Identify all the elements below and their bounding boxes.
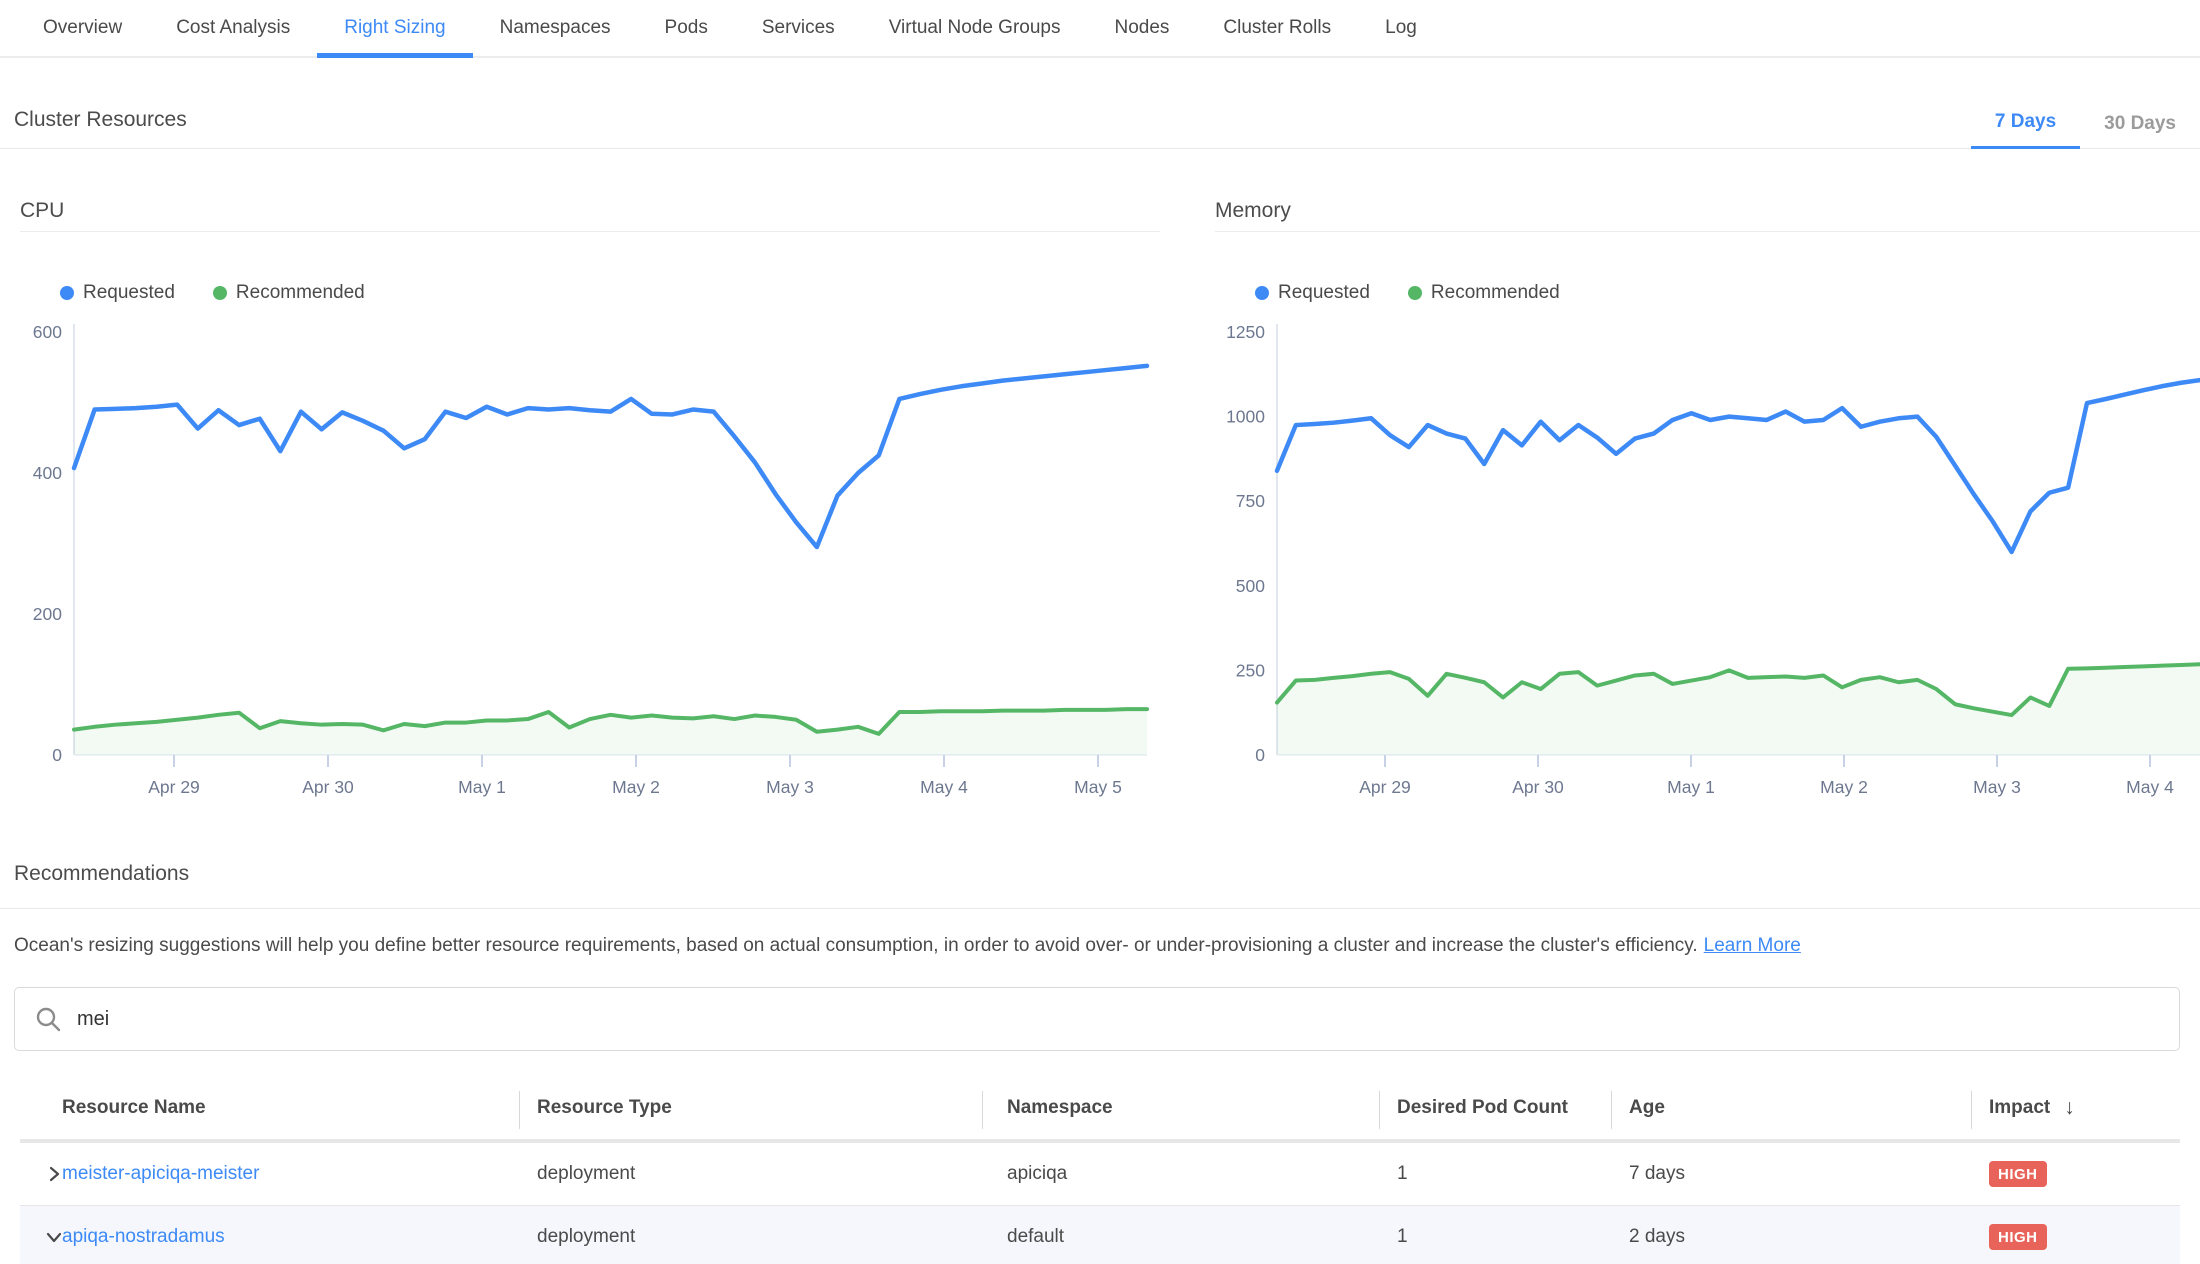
requested-dot-icon [60, 286, 74, 300]
sort-desc-arrow-icon[interactable]: ↓ [2064, 1096, 2075, 1120]
legend-requested[interactable]: Requested [60, 282, 175, 304]
svg-text:May 4: May 4 [2126, 777, 2174, 797]
legend-requested-label: Requested [1278, 282, 1370, 304]
recommendations-title: Recommendations [14, 862, 189, 908]
svg-text:600: 600 [33, 322, 62, 342]
svg-text:May 5: May 5 [1074, 777, 1122, 797]
search-icon [35, 1006, 61, 1032]
memory-chart-legend: Requested Recommended [1255, 282, 2200, 304]
column-header-desired-pod-count[interactable]: Desired Pod Count [1379, 1077, 1611, 1139]
namespace-cell: default [982, 1226, 1379, 1248]
svg-text:250: 250 [1236, 660, 1265, 680]
learn-more-link[interactable]: Learn More [1704, 935, 1801, 956]
column-header-namespace[interactable]: Namespace [982, 1077, 1379, 1139]
svg-text:May 2: May 2 [1820, 777, 1868, 797]
tab-log[interactable]: Log [1358, 0, 1444, 56]
charts-row: CPU Requested Recommended 0 200 400 600 Apr … [20, 149, 2200, 812]
recommended-dot-icon [1408, 286, 1422, 300]
legend-requested-label: Requested [83, 282, 175, 304]
table-row[interactable]: meister-apiciqa-meister deployment apici… [20, 1143, 2180, 1206]
cluster-resources-title: Cluster Resources [14, 108, 187, 148]
cluster-resources-header: Cluster Resources 7 Days 30 Days [0, 58, 2200, 149]
table-header-row: Resource Name Resource Type Namespace De… [20, 1077, 2180, 1143]
recommendations-table: Resource Name Resource Type Namespace De… [20, 1077, 2180, 1264]
resource-type-cell: deployment [519, 1163, 982, 1185]
tab-pods[interactable]: Pods [638, 0, 735, 56]
memory-line-chart: 0 250 500 750 1000 1250 Apr 29 Apr 30 May 1 May 2… [1215, 312, 2200, 812]
tab-right-sizing[interactable]: Right Sizing [317, 0, 472, 56]
range-7-days-button[interactable]: 7 Days [1971, 111, 2080, 149]
memory-chart-panel: Memory Requested Recommended 0 250 500 750 1… [1215, 149, 2200, 812]
column-header-age[interactable]: Age [1611, 1077, 1971, 1139]
column-header-resource-name[interactable]: Resource Name [20, 1077, 519, 1139]
range-30-days-button[interactable]: 30 Days [2080, 113, 2200, 148]
svg-text:May 3: May 3 [1973, 777, 2021, 797]
svg-text:1250: 1250 [1226, 322, 1265, 342]
age-cell: 2 days [1611, 1226, 1971, 1248]
impact-high-badge: HIGH [1989, 1224, 2047, 1250]
tab-bar: Overview Cost Analysis Right Sizing Name… [0, 0, 2200, 58]
search-box[interactable] [14, 987, 2180, 1051]
impact-header-label: Impact [1989, 1097, 2050, 1119]
impact-high-badge: HIGH [1989, 1161, 2047, 1187]
description-text: Ocean's resizing suggestions will help y… [14, 935, 1698, 956]
svg-text:Apr 29: Apr 29 [148, 777, 200, 797]
tab-services[interactable]: Services [735, 0, 862, 56]
chevron-down-icon[interactable] [44, 1227, 64, 1247]
legend-recommended-label: Recommended [1431, 282, 1560, 304]
desired-pod-count-cell: 1 [1379, 1226, 1611, 1248]
svg-text:0: 0 [1255, 745, 1265, 765]
svg-text:May 4: May 4 [920, 777, 968, 797]
tab-overview[interactable]: Overview [16, 0, 149, 56]
svg-text:1000: 1000 [1226, 407, 1265, 427]
column-header-impact[interactable]: Impact ↓ [1971, 1077, 2180, 1139]
tab-cluster-rolls[interactable]: Cluster Rolls [1196, 0, 1358, 56]
resource-name-link[interactable]: apiqa-nostradamus [62, 1226, 225, 1247]
desired-pod-count-cell: 1 [1379, 1163, 1611, 1185]
legend-recommended-label: Recommended [236, 282, 365, 304]
tab-namespaces[interactable]: Namespaces [473, 0, 638, 56]
svg-text:May 3: May 3 [766, 777, 814, 797]
svg-text:500: 500 [1236, 576, 1265, 596]
svg-text:200: 200 [33, 604, 62, 624]
svg-text:400: 400 [33, 463, 62, 483]
tab-cost-analysis[interactable]: Cost Analysis [149, 0, 317, 56]
svg-text:May 1: May 1 [458, 777, 506, 797]
column-header-resource-type[interactable]: Resource Type [519, 1077, 982, 1139]
cpu-chart-title: CPU [20, 199, 1160, 232]
legend-recommended[interactable]: Recommended [213, 282, 365, 304]
chevron-right-icon[interactable] [44, 1164, 64, 1184]
memory-chart-title: Memory [1215, 199, 2200, 232]
cpu-chart-panel: CPU Requested Recommended 0 200 400 600 Apr … [20, 149, 1160, 812]
svg-text:0: 0 [52, 745, 62, 765]
search-input[interactable] [77, 1008, 2179, 1031]
svg-text:May 1: May 1 [1667, 777, 1715, 797]
age-cell: 7 days [1611, 1163, 1971, 1185]
cpu-chart-legend: Requested Recommended [60, 282, 1160, 304]
recommended-dot-icon [213, 286, 227, 300]
tab-nodes[interactable]: Nodes [1088, 0, 1197, 56]
legend-requested[interactable]: Requested [1255, 282, 1370, 304]
namespace-cell: apiciqa [982, 1163, 1379, 1185]
resource-type-cell: deployment [519, 1226, 982, 1248]
svg-text:750: 750 [1236, 491, 1265, 511]
legend-recommended[interactable]: Recommended [1408, 282, 1560, 304]
svg-text:Apr 30: Apr 30 [1512, 777, 1564, 797]
tab-virtual-node-groups[interactable]: Virtual Node Groups [862, 0, 1088, 56]
svg-text:May 2: May 2 [612, 777, 660, 797]
cpu-line-chart: 0 200 400 600 Apr 29 Apr 30 May 1 May 2 May 3 May… [20, 312, 1160, 812]
requested-dot-icon [1255, 286, 1269, 300]
recommendations-header: Recommendations [0, 812, 2200, 909]
resource-name-link[interactable]: meister-apiciqa-meister [62, 1163, 259, 1184]
svg-text:Apr 29: Apr 29 [1359, 777, 1411, 797]
time-range-toggle: 7 Days 30 Days [1971, 111, 2200, 148]
svg-text:Apr 30: Apr 30 [302, 777, 354, 797]
table-row[interactable]: apiqa-nostradamus deployment default 1 2… [20, 1206, 2180, 1264]
recommendations-description: Ocean's resizing suggestions will help y… [14, 935, 2180, 957]
